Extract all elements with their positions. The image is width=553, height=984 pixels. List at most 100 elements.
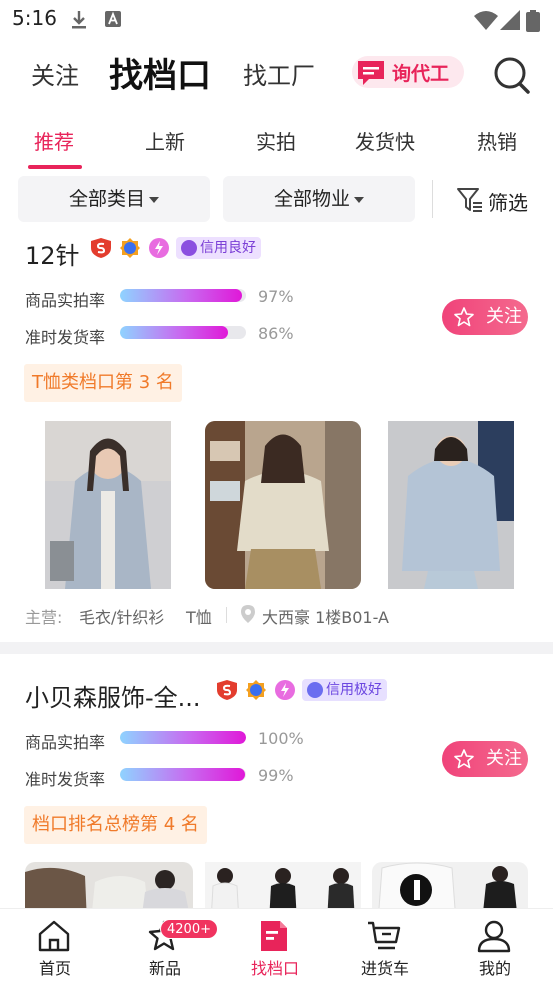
metric-bar-fill	[120, 289, 243, 302]
metric-value: 86%	[258, 324, 294, 343]
metric-bar	[120, 768, 246, 781]
credit-text: 信用良好	[200, 240, 256, 256]
category-filter-label: 全部类目	[68, 188, 145, 210]
bottom-nav-label: 我的	[478, 959, 511, 978]
follow-label: 关注	[486, 306, 522, 327]
metric-bar	[120, 289, 246, 302]
product-image	[45, 421, 171, 589]
property-filter[interactable]: 全部物业	[223, 176, 415, 222]
lightning-icon	[149, 238, 169, 258]
star-outline-icon	[454, 307, 474, 327]
category-tabs: 推荐 上新 实拍 发货快 热销	[0, 116, 553, 170]
stall-feed[interactable]: 12针 信用良好 商品实拍率 97% 准时发货率 86% 关注 T恤类档口第 3…	[0, 230, 553, 908]
download-icon	[72, 11, 86, 29]
rank-tag[interactable]: T恤类档口第 3 名	[24, 364, 182, 402]
shop-name[interactable]: 小贝森服饰-全...	[25, 678, 201, 713]
tab-hot-sales[interactable]: 热销	[477, 126, 517, 155]
caret-down-icon	[149, 196, 159, 203]
filter-bar: 全部类目 全部物业 筛选	[0, 176, 553, 224]
product-image	[25, 862, 193, 908]
follow-button[interactable]: 关注	[442, 299, 528, 335]
product-thumbnail[interactable]	[25, 862, 193, 908]
stall-icon	[261, 921, 287, 951]
notification-app-icon	[105, 11, 121, 27]
product-image	[205, 421, 361, 589]
wifi-icon	[474, 11, 498, 30]
caret-down-icon	[354, 196, 364, 203]
bottom-nav-label: 找档口	[250, 959, 299, 978]
bottom-nav-label: 首页	[38, 959, 71, 978]
battery-icon	[526, 10, 540, 32]
home-icon	[38, 920, 70, 952]
nav-find-factory[interactable]: 找工厂	[243, 56, 315, 91]
metric-bar	[120, 731, 246, 744]
tab-fast-shipping[interactable]: 发货快	[355, 126, 415, 155]
active-tab-indicator	[28, 165, 82, 169]
bottom-nav-label: 新品	[148, 959, 181, 978]
metric-bar-fill	[120, 768, 245, 781]
bottom-nav: 首页 4200+ 新品 找档口 进货车 我的	[0, 908, 553, 984]
inquiry-agent-button[interactable]: 询代工	[352, 56, 464, 88]
product-thumbnail[interactable]	[45, 421, 171, 589]
product-thumbnail[interactable]	[205, 421, 361, 589]
metric-value: 99%	[258, 766, 294, 785]
stall-location[interactable]: 大西豪 1楼B01-A	[262, 604, 389, 628]
status-time: 5:16	[12, 6, 57, 30]
product-image	[372, 862, 528, 908]
product-thumbnail[interactable]	[205, 862, 361, 908]
signal-icon	[500, 10, 520, 30]
credit-badge: 信用极好	[302, 679, 387, 701]
metric-bar-fill	[120, 731, 246, 744]
metric-label: 准时发货率	[25, 770, 106, 789]
metric-label: 商品实拍率	[25, 733, 106, 752]
location-pin-icon	[241, 605, 255, 623]
bottom-nav-find-stall[interactable]: 找档口	[220, 909, 330, 984]
metric-label: 准时发货率	[25, 328, 106, 347]
status-bar: 5:16	[0, 0, 553, 40]
tab-real-shot[interactable]: 实拍	[256, 126, 296, 155]
meta-divider	[226, 607, 227, 623]
main-business-category: 毛衣/针织衫	[79, 608, 165, 627]
credit-text: 信用极好	[326, 682, 382, 698]
nav-find-stall[interactable]: 找档口	[109, 48, 211, 97]
main-business-prefix: 主营:	[25, 608, 63, 627]
product-image	[388, 421, 514, 589]
chat-icon	[358, 61, 384, 85]
product-thumbnail[interactable]	[372, 862, 528, 908]
follow-button[interactable]: 关注	[442, 741, 528, 777]
metric-value: 97%	[258, 287, 294, 306]
product-thumbnail[interactable]	[388, 421, 514, 589]
shop-name[interactable]: 12针	[25, 236, 80, 271]
screen-button[interactable]: 筛选	[488, 187, 528, 216]
top-nav: 关注 找档口 找工厂 询代工	[0, 40, 553, 104]
bottom-nav-home[interactable]: 首页	[0, 909, 110, 984]
user-icon	[477, 920, 511, 953]
tab-new[interactable]: 上新	[145, 126, 185, 155]
rank-tag[interactable]: 档口排名总榜第 4 名	[24, 806, 207, 844]
card-divider	[0, 642, 553, 654]
metric-bar-fill	[120, 326, 229, 339]
filter-icon[interactable]	[456, 186, 484, 214]
inquiry-agent-label: 询代工	[392, 63, 450, 85]
product-image	[205, 862, 361, 908]
main-business-category: T恤	[186, 608, 212, 627]
bottom-nav-cart[interactable]: 进货车	[330, 909, 440, 984]
bottom-nav-me[interactable]: 我的	[440, 909, 550, 984]
cart-icon	[368, 921, 401, 950]
filter-divider	[432, 180, 433, 218]
search-icon[interactable]	[493, 56, 531, 94]
star-outline-icon	[454, 749, 474, 769]
tab-recommend[interactable]: 推荐	[34, 126, 74, 155]
metric-bar	[120, 326, 246, 339]
nav-follow[interactable]: 关注	[31, 56, 79, 91]
credit-icon	[307, 682, 323, 698]
new-items-badge: 4200+	[160, 919, 218, 939]
bottom-nav-new[interactable]: 4200+ 新品	[110, 909, 220, 984]
metric-value: 100%	[258, 729, 304, 748]
credit-icon	[181, 240, 197, 256]
brand-shield-icon	[217, 680, 237, 700]
category-filter[interactable]: 全部类目	[18, 176, 210, 222]
property-filter-label: 全部物业	[273, 188, 350, 210]
verified-14-icon	[246, 680, 266, 700]
bottom-nav-label: 进货车	[360, 959, 409, 978]
